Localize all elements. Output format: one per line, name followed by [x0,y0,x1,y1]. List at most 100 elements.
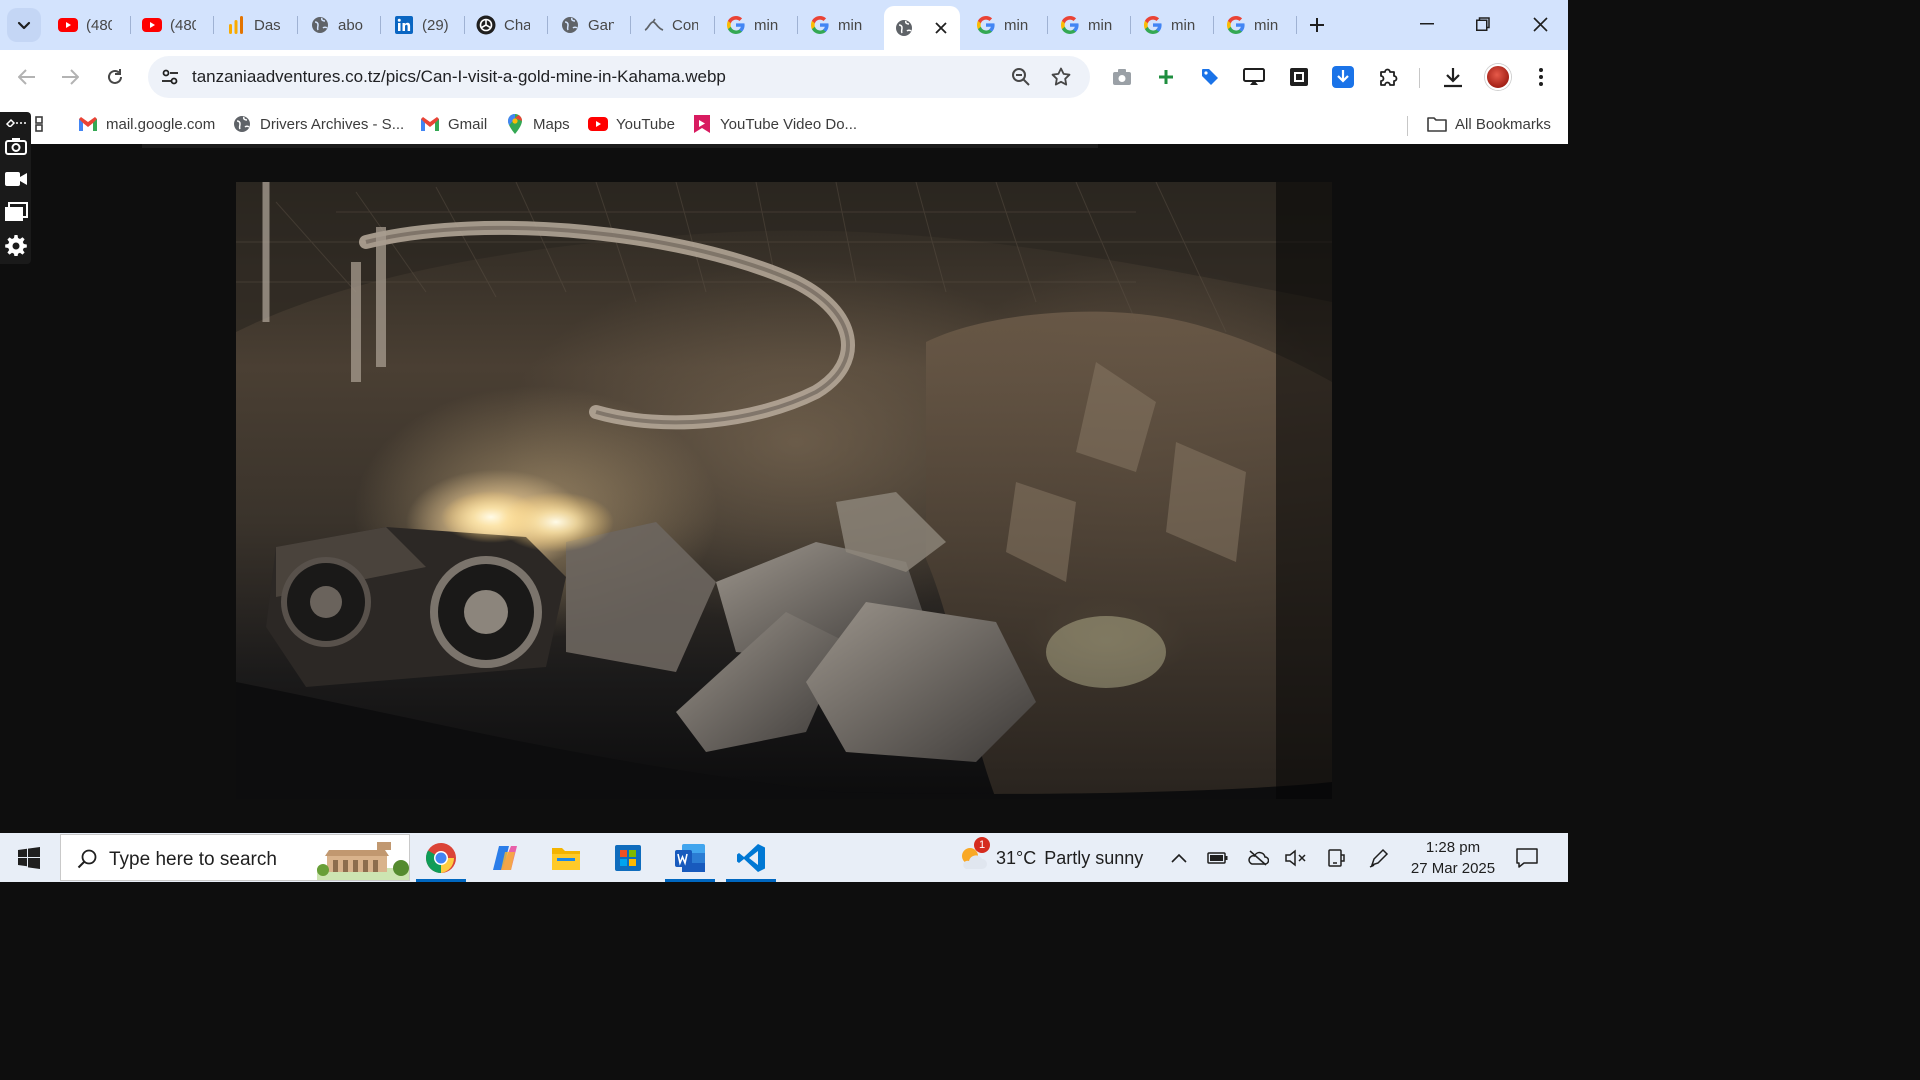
tab-search-button[interactable] [7,8,41,42]
tab-active-image[interactable] [884,6,960,50]
taskbar-word[interactable] [665,837,715,882]
bookmark-label: mail.google.com [106,115,216,133]
taskbar-chrome[interactable] [416,837,466,882]
forward-button[interactable] [54,61,86,93]
tab-separator [1130,16,1131,34]
folder-icon [552,847,580,870]
taskbar-copilot[interactable] [480,837,530,878]
new-tab-button[interactable] [1304,12,1330,38]
profile-avatar[interactable] [1485,64,1511,90]
tab-about[interactable]: abo [300,8,364,42]
address-bar[interactable]: tanzaniaadventures.co.tz/pics/Can-I-visi… [148,56,1090,98]
minimize-button[interactable] [1407,8,1447,40]
mine-tunnel-illustration [236,182,1332,799]
bookmark-maps[interactable]: Maps [505,112,570,136]
display-icon[interactable] [1323,845,1349,871]
window-capture-icon[interactable] [4,200,28,224]
downloader-extension-icon[interactable] [1330,64,1356,90]
settings-gear-icon[interactable] [4,233,28,257]
back-button[interactable] [11,61,43,93]
plus-icon [1310,18,1324,32]
tab-google-6[interactable]: min [1216,8,1280,42]
taskbar-microsoft-store[interactable] [603,837,653,878]
bookmark-youtube-downloader[interactable]: YouTube Video Do... [692,112,857,136]
linkedin-icon [394,15,414,35]
google-icon [1060,15,1080,35]
tab-dashboard[interactable]: Dasl [216,8,280,42]
close-window-button[interactable] [1520,8,1560,40]
globe-icon [560,15,580,35]
notification-icon [1516,848,1538,868]
weather-temperature: 31°C [996,847,1037,868]
tab-gan[interactable]: Gan [550,8,614,42]
downloads-icon[interactable] [1440,64,1466,90]
weather-widget[interactable]: 1 31°C Partly sunny [958,837,1144,873]
copilot-icon [493,845,517,870]
tab-google-1[interactable]: min [716,8,780,42]
volume-muted-icon[interactable] [1283,845,1309,871]
tab-con[interactable]: Con [634,8,698,42]
reload-button[interactable] [99,61,131,93]
google-icon [1226,15,1246,35]
bookmark-mail-google[interactable]: mail.google.com [78,112,215,136]
tab-youtube-2[interactable]: (480 [132,8,196,42]
bookmark-gmail[interactable]: Gmail [420,112,487,136]
tag-extension-icon[interactable] [1197,64,1223,90]
arrow-left-icon [18,69,35,85]
all-bookmarks-button[interactable]: All Bookmarks [1427,112,1551,136]
tab-google-3[interactable]: min [966,8,1030,42]
tab-google-5[interactable]: min [1133,8,1197,42]
show-hidden-icons-button[interactable] [1166,845,1192,871]
onedrive-offline-icon[interactable] [1245,845,1271,871]
bookmarks-bar: mail.google.com Drivers Archives - S... … [0,104,1568,144]
pen-icon[interactable] [1366,845,1392,871]
all-bookmarks-label: All Bookmarks [1455,115,1551,133]
picture-in-picture-icon[interactable] [1286,64,1312,90]
close-tab-button[interactable] [930,17,952,39]
youtube-icon [588,114,608,134]
tab-separator [464,16,465,34]
battery-icon[interactable] [1205,845,1231,871]
cast-icon[interactable] [1241,64,1267,90]
zoom-icon[interactable] [1009,65,1033,89]
bookmark-youtube[interactable]: YouTube [588,112,675,136]
tab-title: (480 [170,16,196,34]
google-icon [1143,15,1163,35]
tab-title: (29) [422,16,448,34]
search-icon [75,847,99,871]
notifications-button[interactable] [1512,843,1542,873]
add-extension-icon[interactable] [1153,64,1179,90]
google-icon [726,15,746,35]
google-icon [976,15,996,35]
url-text[interactable]: tanzaniaadventures.co.tz/pics/Can-I-visi… [192,67,726,87]
bookmark-drivers-archives[interactable]: Drivers Archives - S... [232,112,404,136]
tab-linkedin[interactable]: (29) [384,8,448,42]
taskbar-vscode[interactable] [726,837,776,882]
video-record-icon[interactable] [4,167,28,191]
system-clock[interactable]: 1:28 pm 27 Mar 2025 [1405,837,1501,879]
tab-youtube-1[interactable]: (480 [48,8,112,42]
tab-title: abo [338,16,364,34]
extensions-puzzle-icon[interactable] [1375,64,1401,90]
tab-google-4[interactable]: min [1050,8,1114,42]
clock-time: 1:28 pm [1425,839,1481,856]
site-info-icon[interactable] [158,65,182,89]
tab-title: Gan [588,16,614,34]
gold-mine-photo[interactable] [236,182,1332,799]
taskbar-search-box[interactable]: Type here to search [60,834,410,881]
taskbar-file-explorer[interactable] [541,837,591,878]
tab-title: min [1254,16,1279,34]
tab-title: (480 [86,16,112,34]
widget-drag-icon[interactable] [4,114,28,130]
more-menu-icon[interactable] [1528,64,1554,90]
tab-google-2[interactable]: min [800,8,864,42]
bookmark-star-icon[interactable] [1049,65,1073,89]
start-button[interactable] [0,833,58,882]
tab-chatgpt[interactable]: Cha [466,8,530,42]
weather-condition: Partly sunny [1044,847,1144,868]
screenshot-extension-icon[interactable] [1109,64,1135,90]
image-viewer-page [0,144,1568,833]
apps-grid-button[interactable] [30,112,50,136]
camera-icon[interactable] [4,134,28,158]
restore-button[interactable] [1463,8,1503,40]
